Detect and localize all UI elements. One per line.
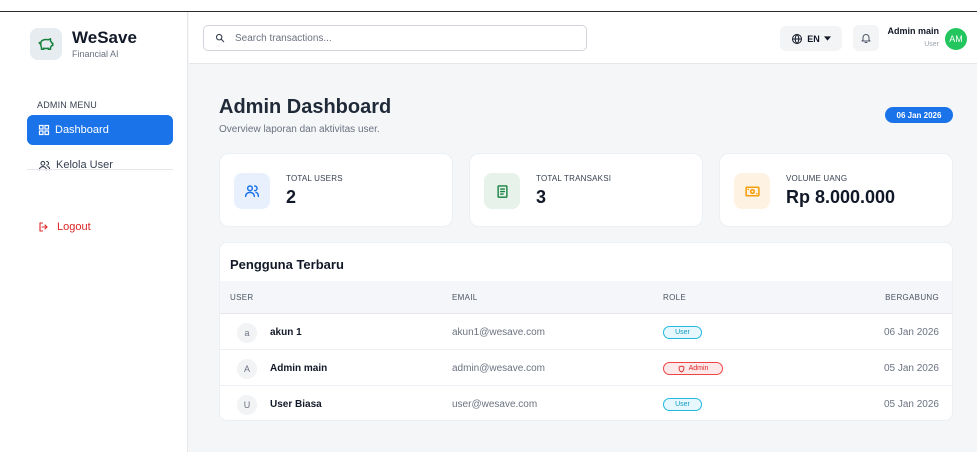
top-header: EN Admin main User AM [189,12,977,64]
language-label: EN [807,33,820,44]
caret-down-icon [823,36,831,41]
language-selector[interactable]: EN [780,26,842,51]
email-cell: admin@wesave.com [452,363,545,374]
piggy-bank-icon [30,28,62,60]
stat-card-total-users: TOTAL USERS 2 [219,153,453,227]
logout-label: Logout [57,221,91,233]
top-strip [0,0,977,12]
search-input[interactable] [235,32,555,44]
stat-label: TOTAL USERS [286,174,343,183]
stat-label: TOTAL TRANSAKSI [536,174,612,183]
sidebar: WeSave Financial AI ADMIN MENU Dashboard… [0,12,188,452]
joined-date-cell: 05 Jan 2026 [883,399,939,410]
sidebar-item-dashboard[interactable]: Dashboard [27,115,173,145]
user-name-cell: User Biasa [270,399,322,410]
brand-name: WeSave [72,28,137,47]
logout-button[interactable]: Logout [27,212,91,242]
role-badge: User [663,398,702,411]
recent-users-card: Pengguna Terbaru USER EMAIL ROLE BERGABU… [219,242,953,421]
user-initial-avatar: A [237,359,257,379]
role-label: Admin [688,365,709,372]
column-header-bergabung: BERGABUNG [885,293,939,302]
logout-icon [39,222,48,232]
column-header-role: ROLE [663,293,686,302]
sidebar-divider [27,169,173,170]
role-badge: Admin [663,362,723,375]
date-badge: 06 Jan 2026 [885,107,953,123]
notification-button[interactable] [853,25,879,51]
user-name-cell: akun 1 [270,327,302,338]
user-initial-avatar: a [237,323,257,343]
role-badge: User [663,326,702,339]
stat-value: Rp 8.000.000 [786,187,896,207]
stat-value: 2 [286,187,297,207]
email-cell: user@wesave.com [452,399,538,410]
sidebar-item-label: Dashboard [55,124,109,136]
page-title: Admin Dashboard [219,96,392,118]
brand-subtitle: Financial AI [72,49,119,59]
search-icon [215,33,225,43]
user-name-cell: Admin main [270,363,328,374]
sidebar-item-kelola-user[interactable]: Kelola User [27,150,173,180]
globe-icon [792,33,803,44]
column-header-email: EMAIL [452,293,478,302]
joined-date-cell: 05 Jan 2026 [883,363,939,374]
user-initial-avatar: U [237,395,257,415]
brand[interactable]: WeSave Financial AI [30,28,137,60]
menu-section-title: ADMIN MENU [37,100,97,110]
table-title: Pengguna Terbaru [230,257,344,272]
users-icon [234,173,270,209]
user-role: User [924,41,939,48]
bell-icon [861,34,871,43]
table-row[interactable]: a akun 1 akun1@wesave.com User 06 Jan 20… [220,314,952,350]
receipt-icon [484,173,520,209]
stat-label: VOLUME UANG [786,174,848,183]
column-header-user: USER [230,293,254,302]
stat-card-volume-uang: VOLUME UANG Rp 8.000.000 [719,153,953,227]
stat-card-total-transaksi: TOTAL TRANSAKSI 3 [469,153,703,227]
table-header: USER EMAIL ROLE BERGABUNG [220,281,952,314]
table-row[interactable]: A Admin main admin@wesave.com Admin 05 J… [220,350,952,386]
money-icon [734,173,770,209]
joined-date-cell: 06 Jan 2026 [883,327,939,338]
avatar[interactable]: AM [945,28,967,50]
user-menu[interactable]: Admin main User [879,26,939,48]
search-box[interactable] [203,25,587,51]
page-subtitle: Overview laporan dan aktivitas user. [219,124,380,135]
stat-value: 3 [536,187,547,207]
dashboard-grid-icon [38,124,50,136]
email-cell: akun1@wesave.com [452,327,545,338]
table-row[interactable]: U User Biasa user@wesave.com User 05 Jan… [220,386,952,420]
user-name: Admin main [887,26,939,36]
shield-icon [678,365,684,372]
